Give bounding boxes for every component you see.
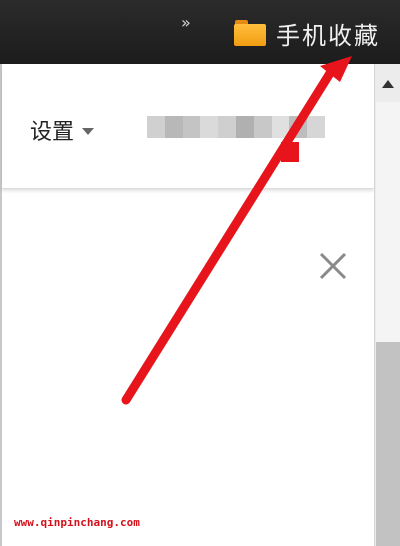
pixel-block — [235, 116, 254, 138]
watermark-url: www.qinpinchang.com — [14, 516, 140, 529]
close-icon[interactable] — [317, 250, 349, 282]
page-header: 设置 — [2, 64, 374, 189]
pixel-block — [200, 116, 219, 138]
bookmarks-bar: » 手机收藏 — [0, 0, 400, 64]
pixel-block — [253, 116, 272, 138]
folder-icon — [234, 20, 266, 46]
pixel-block — [289, 116, 308, 138]
settings-menu[interactable]: 设置 — [30, 114, 95, 146]
scroll-up-arrow-icon[interactable] — [382, 80, 394, 88]
bookmarks-overflow-chevron[interactable]: » — [181, 13, 191, 32]
pixel-block — [271, 116, 290, 138]
caret-down-icon — [82, 127, 95, 135]
bookmark-folder-mobile[interactable]: 手机收藏 — [234, 16, 380, 50]
scroll-track[interactable] — [376, 102, 400, 342]
vertical-scrollbar[interactable] — [374, 64, 400, 546]
scroll-thumb[interactable] — [376, 342, 400, 546]
browser-window: » 手机收藏 设置 www.qinpinchang.com — [0, 0, 400, 546]
pixel-block — [307, 116, 325, 138]
pixel-block — [147, 116, 165, 138]
bookmark-folder-label: 手机收藏 — [276, 21, 380, 50]
page-content: 设置 — [0, 64, 374, 546]
settings-label: 设置 — [30, 120, 75, 145]
pixelated-text — [147, 116, 325, 138]
pixel-block — [218, 116, 236, 138]
pixel-block — [182, 116, 201, 138]
pixel-block — [164, 116, 183, 138]
